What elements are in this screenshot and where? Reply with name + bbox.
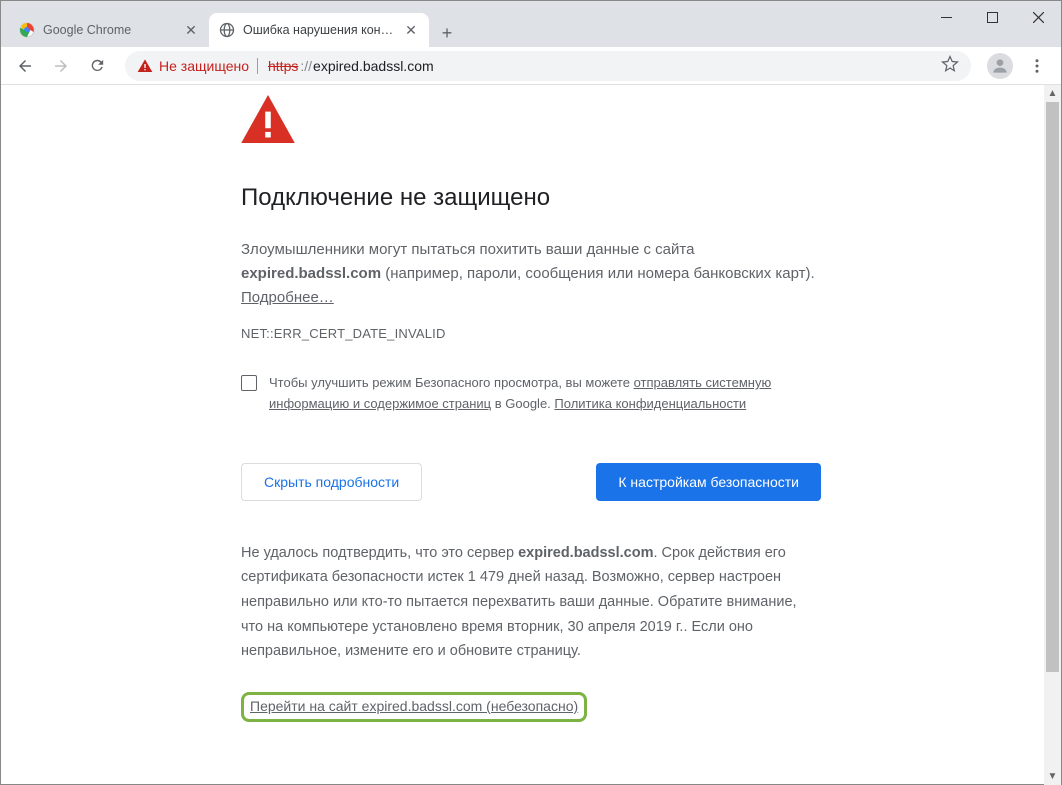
tab-title: Ошибка нарушения конфиденц [243, 23, 395, 37]
back-to-safety-button[interactable]: К настройкам безопасности [596, 463, 821, 501]
minimize-button[interactable] [923, 1, 969, 33]
tab-active[interactable]: Ошибка нарушения конфиденц ✕ [209, 13, 429, 47]
button-row: Скрыть подробности К настройкам безопасн… [241, 463, 821, 501]
scrollbar-thumb[interactable] [1046, 102, 1059, 672]
titlebar [1, 1, 1061, 11]
vertical-scrollbar[interactable]: ▲ ▼ [1044, 85, 1061, 785]
proceed-link-highlight: Перейти на сайт expired.badssl.com (небе… [241, 692, 587, 722]
reporting-checkbox-row: Чтобы улучшить режим Безопасного просмот… [241, 373, 821, 415]
warning-paragraph: Злоумышленники могут пытаться похитить в… [241, 238, 821, 310]
close-tab-icon[interactable]: ✕ [183, 22, 199, 38]
back-button[interactable] [9, 50, 41, 82]
chrome-menu-button[interactable] [1021, 50, 1053, 82]
tab-title: Google Chrome [43, 23, 175, 37]
window-controls [923, 1, 1061, 47]
scroll-up-arrow[interactable]: ▲ [1044, 85, 1061, 102]
warning-triangle-icon [137, 58, 153, 74]
reporting-checkbox[interactable] [241, 375, 257, 391]
hide-details-button[interactable]: Скрыть подробности [241, 463, 422, 501]
page-content: Подключение не защищено Злоумышленники м… [1, 85, 1061, 785]
url-display: https://expired.badssl.com [268, 58, 434, 74]
separator [257, 58, 258, 74]
chrome-favicon-icon [19, 22, 35, 38]
security-label: Не защищено [159, 58, 249, 74]
reporting-text: Чтобы улучшить режим Безопасного просмот… [269, 373, 821, 415]
warning-icon [241, 95, 821, 148]
toolbar: Не защищено https://expired.badssl.com [1, 47, 1061, 85]
reload-button[interactable] [81, 50, 113, 82]
error-code: NET::ERR_CERT_DATE_INVALID [241, 326, 821, 341]
proceed-unsafe-link[interactable]: Перейти на сайт expired.badssl.com (небе… [250, 698, 578, 714]
new-tab-button[interactable]: + [433, 19, 461, 47]
forward-button[interactable] [45, 50, 77, 82]
security-chip[interactable]: Не защищено [137, 58, 260, 74]
bookmark-star-icon[interactable] [941, 55, 959, 76]
tabstrip: Google Chrome ✕ Ошибка нарушения конфиде… [1, 11, 1061, 47]
privacy-policy-link[interactable]: Политика конфиденциальности [554, 396, 746, 411]
tab-inactive[interactable]: Google Chrome ✕ [9, 13, 209, 47]
close-tab-icon[interactable]: ✕ [403, 22, 419, 38]
address-bar[interactable]: Не защищено https://expired.badssl.com [125, 51, 971, 81]
details-paragraph: Не удалось подтвердить, что это сервер e… [241, 541, 821, 664]
maximize-button[interactable] [969, 1, 1015, 33]
page-heading: Подключение не защищено [241, 184, 821, 212]
scroll-down-arrow[interactable]: ▼ [1044, 768, 1061, 785]
learn-more-link[interactable]: Подробнее… [241, 289, 334, 306]
profile-avatar[interactable] [987, 53, 1013, 79]
globe-favicon-icon [219, 22, 235, 38]
close-window-button[interactable] [1015, 1, 1061, 33]
